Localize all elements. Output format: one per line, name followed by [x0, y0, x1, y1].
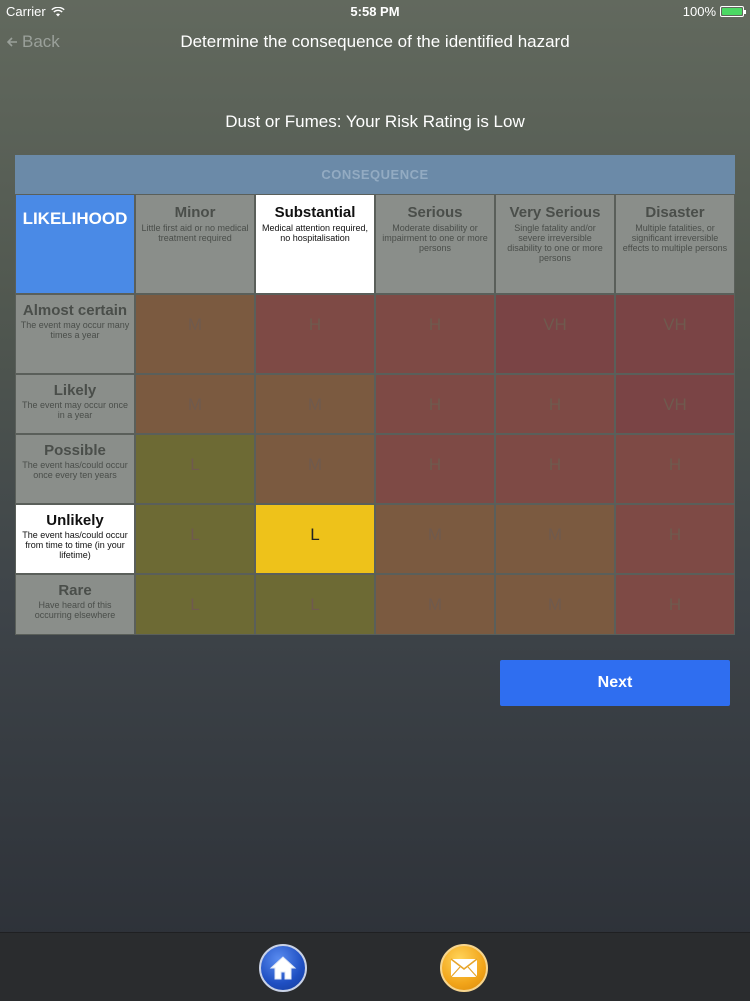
risk-rating-cell[interactable]: H: [615, 574, 735, 635]
consequence-header: CONSEQUENCE: [15, 155, 735, 194]
risk-rating-cell[interactable]: M: [495, 504, 615, 574]
mail-icon: [450, 958, 478, 978]
column-title: Substantial: [274, 204, 356, 221]
mail-button[interactable]: [440, 944, 488, 992]
battery-label: 100%: [682, 4, 716, 19]
status-time: 5:58 PM: [350, 4, 400, 19]
column-description: Medical attention required, no hospitali…: [261, 223, 369, 243]
column-title: Serious: [407, 204, 463, 221]
row-title: Rare: [58, 582, 92, 599]
row-description: The event has/could occur once every ten…: [22, 460, 128, 480]
risk-rating-cell[interactable]: L: [135, 504, 255, 574]
risk-rating-cell[interactable]: H: [375, 374, 495, 434]
nav-bar: Back Determine the consequence of the id…: [0, 22, 750, 62]
column-title: Very Serious: [509, 204, 601, 221]
risk-rating-cell[interactable]: M: [375, 574, 495, 635]
risk-rating-cell[interactable]: M: [255, 374, 375, 434]
consequence-column-header[interactable]: Very Serious Single fatality and/or sever…: [495, 194, 615, 294]
likelihood-row-header[interactable]: Unlikely The event has/could occur from t…: [15, 504, 135, 574]
row-description: The event may occur many times a year: [20, 320, 130, 340]
next-button[interactable]: Next: [500, 660, 730, 706]
battery: 100%: [682, 4, 746, 19]
risk-rating-cell[interactable]: H: [375, 294, 495, 374]
risk-rating-cell[interactable]: H: [495, 434, 615, 504]
risk-rating-cell[interactable]: L: [255, 504, 375, 574]
likelihood-label: LIKELIHOOD: [15, 194, 135, 294]
risk-matrix: CONSEQUENCE LIKELIHOOD Minor Little first …: [15, 155, 735, 635]
risk-rating-heading: Dust or Fumes: Your Risk Rating is Low: [225, 112, 525, 131]
consequence-column-header[interactable]: Serious Moderate disability or impairment…: [375, 194, 495, 294]
risk-rating-cell[interactable]: M: [375, 504, 495, 574]
likelihood-row-header[interactable]: Likely The event may occur once in a year: [15, 374, 135, 434]
home-icon: [269, 956, 297, 980]
risk-rating-cell[interactable]: H: [495, 374, 615, 434]
row-title: Unlikely: [46, 512, 104, 529]
risk-rating-cell[interactable]: M: [135, 294, 255, 374]
page-title: Determine the consequence of the identif…: [180, 32, 570, 51]
risk-rating-cell[interactable]: H: [615, 434, 735, 504]
column-description: Single fatality and/or severe irreversib…: [507, 223, 603, 263]
likelihood-row-header[interactable]: Almost certain The event may occur many t…: [15, 294, 135, 374]
risk-rating-cell[interactable]: L: [135, 434, 255, 504]
consequence-column-header[interactable]: Disaster Multiple fatalities, or signific…: [615, 194, 735, 294]
status-bar: Carrier 5:58 PM 100%: [0, 0, 750, 22]
risk-rating-cell[interactable]: VH: [615, 294, 735, 374]
column-description: Little first aid or no medical treatment…: [141, 223, 249, 243]
column-title: Minor: [174, 204, 216, 221]
risk-rating-cell[interactable]: VH: [615, 374, 735, 434]
row-title: Almost certain: [22, 302, 128, 319]
row-title: Likely: [53, 382, 97, 399]
tab-bar: [0, 932, 750, 1001]
risk-rating-cell[interactable]: M: [495, 574, 615, 635]
risk-rating-cell[interactable]: L: [135, 574, 255, 635]
column-description: Moderate disability or impairment to one…: [382, 223, 488, 253]
likelihood-row-header[interactable]: Rare Have heard of this occurring elsewhe…: [15, 574, 135, 635]
battery-icon: [720, 6, 746, 17]
risk-rating-cell[interactable]: H: [375, 434, 495, 504]
risk-rating-cell[interactable]: L: [255, 574, 375, 635]
home-button[interactable]: [259, 944, 307, 992]
row-description: The event has/could occur from time to t…: [22, 530, 128, 560]
risk-rating-cell[interactable]: M: [135, 374, 255, 434]
row-description: Have heard of this occurring elsewhere: [34, 600, 116, 620]
likelihood-row-header[interactable]: Possible The event has/could occur once e…: [15, 434, 135, 504]
consequence-column-header[interactable]: Substantial Medical attention required, n…: [255, 194, 375, 294]
risk-rating-cell[interactable]: M: [255, 434, 375, 504]
risk-rating-cell[interactable]: H: [255, 294, 375, 374]
column-title: Disaster: [645, 204, 705, 221]
risk-rating-cell[interactable]: VH: [495, 294, 615, 374]
risk-rating-cell[interactable]: H: [615, 504, 735, 574]
column-description: Multiple fatalities, or significant irre…: [622, 223, 728, 253]
row-description: The event may occur once in a year: [21, 400, 129, 420]
consequence-column-header[interactable]: Minor Little first aid or no medical trea…: [135, 194, 255, 294]
row-title: Possible: [44, 442, 106, 459]
